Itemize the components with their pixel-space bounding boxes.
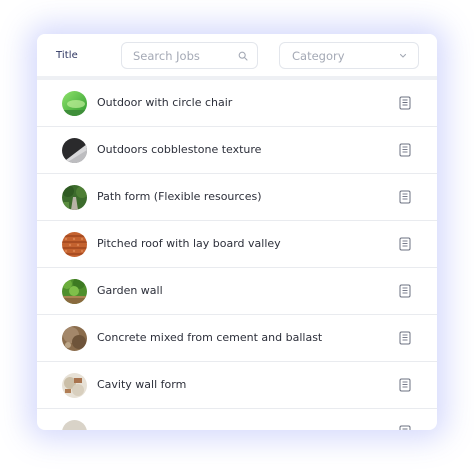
search-icon[interactable] <box>238 51 248 61</box>
document-icon[interactable] <box>399 143 411 157</box>
document-icon[interactable] <box>399 96 411 110</box>
jobs-card: Title Category <box>37 34 437 430</box>
item-label: Garden wall <box>97 284 163 297</box>
thumbnail-grass <box>62 91 87 116</box>
list-item[interactable] <box>37 409 437 430</box>
item-label: Pitched roof with lay board valley <box>97 237 281 250</box>
document-icon[interactable] <box>399 284 411 298</box>
item-label: Outdoors cobblestone texture <box>97 143 262 156</box>
thumbnail-garden <box>62 279 87 304</box>
stage: Title Category <box>0 0 474 472</box>
document-icon[interactable] <box>399 425 411 430</box>
chevron-down-icon <box>399 53 407 58</box>
document-icon[interactable] <box>399 190 411 204</box>
jobs-list: Outdoor with circle chair Outdoors cobbl… <box>37 80 437 430</box>
list-item[interactable]: Cavity wall form <box>37 362 437 409</box>
category-label: Category <box>292 49 345 63</box>
item-label: Path form (Flexible resources) <box>97 190 262 203</box>
document-icon[interactable] <box>399 237 411 251</box>
thumbnail-garden-path <box>62 185 87 210</box>
filter-header: Title Category <box>37 34 437 78</box>
item-label: Concrete mixed from cement and ballast <box>97 331 323 344</box>
document-icon[interactable] <box>399 331 411 345</box>
category-select[interactable]: Category <box>279 42 419 69</box>
list-item[interactable]: Outdoors cobblestone texture <box>37 127 437 174</box>
column-title: Title <box>56 50 78 61</box>
item-label: Cavity wall form <box>97 378 187 391</box>
list-item[interactable]: Path form (Flexible resources) <box>37 174 437 221</box>
thumbnail-cavity-wall <box>62 373 87 398</box>
list-item[interactable]: Outdoor with circle chair <box>37 80 437 127</box>
search-input[interactable] <box>133 48 233 64</box>
list-item[interactable]: Concrete mixed from cement and ballast <box>37 315 437 362</box>
search-box[interactable] <box>121 42 258 69</box>
list-item[interactable]: Pitched roof with lay board valley <box>37 221 437 268</box>
item-label: Outdoor with circle chair <box>97 96 233 109</box>
thumbnail-concrete <box>62 326 87 351</box>
thumbnail-roof <box>62 232 87 257</box>
list-item[interactable]: Garden wall <box>37 268 437 315</box>
thumbnail-cobblestone <box>62 138 87 163</box>
thumbnail-partial <box>62 420 87 430</box>
document-icon[interactable] <box>399 378 411 392</box>
